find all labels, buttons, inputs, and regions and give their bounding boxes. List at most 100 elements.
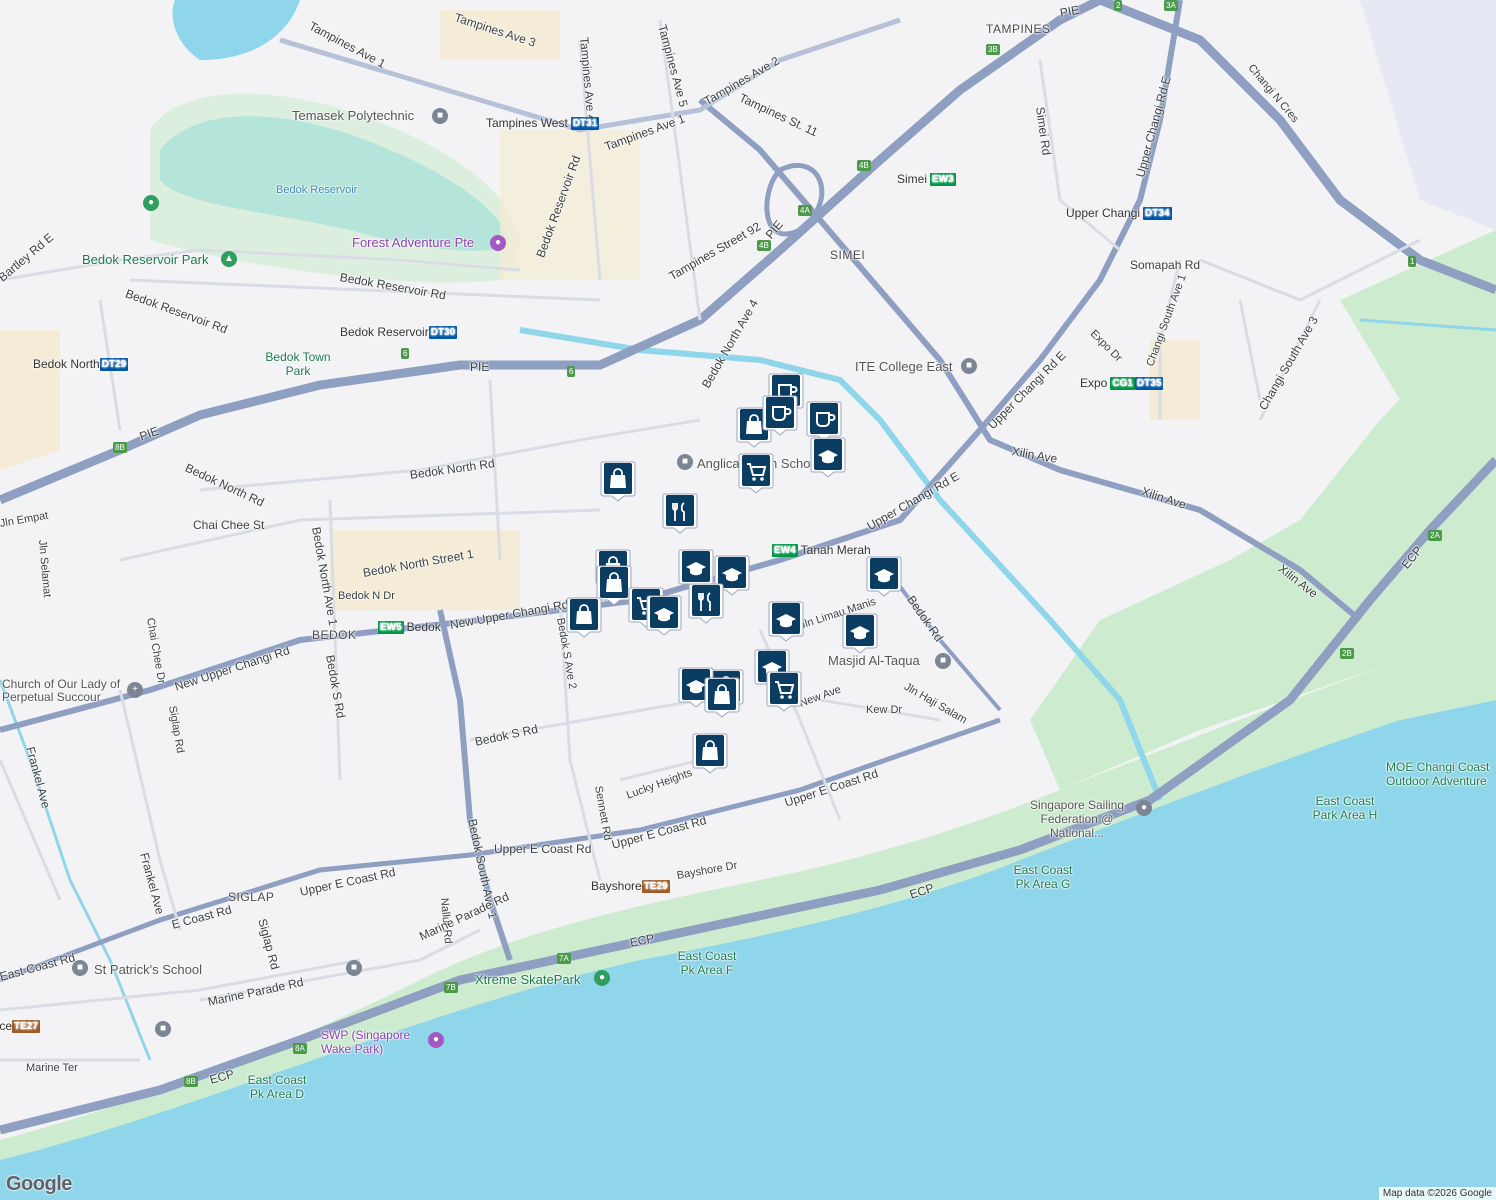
station-name: Terrace <box>0 1019 13 1033</box>
camera-icon[interactable]: ● <box>428 1032 444 1048</box>
school-icon[interactable]: ■ <box>961 358 977 374</box>
place-label: ITE College East <box>855 359 953 374</box>
road-label: Kew Dr <box>866 704 903 716</box>
exit-shield: 4A <box>798 205 812 216</box>
station-code-2: DT35 <box>1134 376 1164 390</box>
tree-icon[interactable]: ▲ <box>221 251 237 267</box>
school-icon[interactable]: ■ <box>72 960 88 976</box>
shop-marker[interactable] <box>600 460 636 502</box>
exit-shield: 8B <box>184 1076 198 1087</box>
station-name: Simei <box>897 172 928 186</box>
exit-shield: 6 <box>567 366 576 377</box>
road-label: Upper E Coast Rd <box>494 842 592 856</box>
exit-shield: 2A <box>1428 530 1442 541</box>
shop-marker[interactable] <box>566 596 602 638</box>
place-label: Singapore Sailing Federation @ National.… <box>1029 798 1125 840</box>
place-label: SWP (Singapore Wake Park) <box>321 1028 411 1056</box>
park-icon[interactable]: ● <box>594 970 610 986</box>
station-name: Tampines West <box>486 116 568 130</box>
exit-shield: 6 <box>401 348 410 359</box>
school-marker[interactable] <box>646 594 682 636</box>
station-code: TE27 <box>12 1019 40 1033</box>
station-bedok[interactable]: EW5 Bedok <box>378 620 441 634</box>
school-marker[interactable] <box>866 555 902 597</box>
school-icon[interactable]: ■ <box>432 108 448 124</box>
station-tampines-west[interactable]: Tampines West DT31 <box>486 116 600 130</box>
road-label: Marine Ter <box>26 1062 78 1074</box>
place-label: Masjid Al-Taqua <box>828 653 920 668</box>
station-simei[interactable]: Simei EW3 <box>897 172 956 186</box>
station-name: Tanah Merah <box>800 543 871 557</box>
grocery-marker[interactable] <box>738 452 774 494</box>
camera-icon[interactable]: ● <box>490 235 506 251</box>
exit-shield: 4B <box>757 240 771 251</box>
place-label: Temasek Polytechnic <box>292 108 415 123</box>
station-code: EW5 <box>378 620 404 634</box>
park-label: Bedok Town Park <box>265 350 331 378</box>
station-name: Bayshore <box>591 879 642 893</box>
station-terrace[interactable]: Terrace TE27 <box>0 1019 40 1033</box>
park-label: East Coast Pk Area D <box>247 1073 307 1101</box>
exit-shield: 3B <box>986 44 1000 55</box>
exit-shield: 8B <box>113 442 127 453</box>
exit-shield: 1 <box>1408 256 1417 267</box>
school-marker[interactable] <box>768 600 804 642</box>
restaurant-marker[interactable] <box>688 582 724 624</box>
cafe-marker[interactable] <box>762 394 798 436</box>
station-name: Bedok <box>406 620 441 634</box>
exit-shield: 7A <box>557 953 571 964</box>
station-expo[interactable]: Expo CG1 DT35 <box>1080 376 1164 390</box>
park-label: Xtreme SkatePark <box>475 972 581 987</box>
exit-shield: 4B <box>857 160 871 171</box>
station-code: DT30 <box>428 325 458 339</box>
area-label-bedok: BEDOK <box>312 628 357 642</box>
station-code: DT31 <box>570 116 600 130</box>
school-icon[interactable]: ■ <box>155 1021 171 1037</box>
road-label: Somapah Rd <box>1130 258 1201 272</box>
cross-icon[interactable]: + <box>127 682 143 698</box>
road-label: Chai Chee St <box>193 518 265 532</box>
place-label: Church of Our Lady of Perpetual Succour <box>2 677 121 704</box>
station-upper-changi[interactable]: Upper Changi DT34 <box>1066 206 1172 220</box>
grocery-marker[interactable] <box>766 670 802 712</box>
station-code: EW3 <box>930 172 956 186</box>
road-label-pie: PIE <box>470 360 490 374</box>
exit-shield: 2B <box>1340 648 1354 659</box>
area-label-siglap: SIGLAP <box>228 890 275 904</box>
school-icon[interactable]: ■ <box>346 960 362 976</box>
map-canvas[interactable]: TAMPINES SIMEI BEDOK SIGLAP Tampines Ave… <box>0 0 1496 1200</box>
restaurant-marker[interactable] <box>662 492 698 534</box>
station-code: EW4 <box>772 543 798 557</box>
landmark-icon[interactable]: ■ <box>935 653 951 669</box>
station-bayshore[interactable]: Bayshore TE29 <box>591 879 670 893</box>
school-icon[interactable]: ■ <box>677 454 693 470</box>
park-label: Bedok Reservoir Park <box>82 252 209 267</box>
area-label-simei: SIMEI <box>830 248 866 262</box>
map-attribution[interactable]: Map data ©2026 Google <box>1378 1187 1496 1200</box>
station-name: Bedok Reservoir <box>340 325 429 339</box>
station-code: DT34 <box>1143 206 1172 220</box>
shop-marker[interactable] <box>704 676 740 718</box>
lake-label: Bedok Reservoir <box>276 184 358 196</box>
station-bedok-reservoir[interactable]: Bedok Reservoir DT30 <box>340 325 458 339</box>
station-code: CG1 <box>1110 376 1135 390</box>
station-code: TE29 <box>641 879 670 893</box>
exit-shield: 7B <box>444 982 458 993</box>
place-label: Forest Adventure Pte <box>352 235 475 250</box>
exit-shield: 2 <box>1114 0 1123 11</box>
park-label: MOE Changi Coast Outdoor Adventure <box>1386 760 1490 788</box>
map-base-layer <box>0 0 1496 1200</box>
school-marker[interactable] <box>842 612 878 654</box>
station-bedok-north[interactable]: Bedok North DT29 <box>33 357 129 371</box>
park-label: East Coast Pk Area F <box>677 949 737 977</box>
exit-shield: 8A <box>293 1043 307 1054</box>
school-marker[interactable] <box>810 436 846 478</box>
station-code: DT29 <box>99 357 129 371</box>
station-tanah-merah[interactable]: EW4 Tanah Merah <box>772 543 871 557</box>
park-icon[interactable]: ● <box>143 195 159 211</box>
station-name: Upper Changi <box>1066 206 1141 220</box>
shop-marker[interactable] <box>692 732 728 774</box>
park-label: East Coast Pk Area G <box>1013 863 1073 891</box>
pin-icon[interactable]: ● <box>1136 800 1152 816</box>
google-logo: Google <box>6 1173 72 1195</box>
